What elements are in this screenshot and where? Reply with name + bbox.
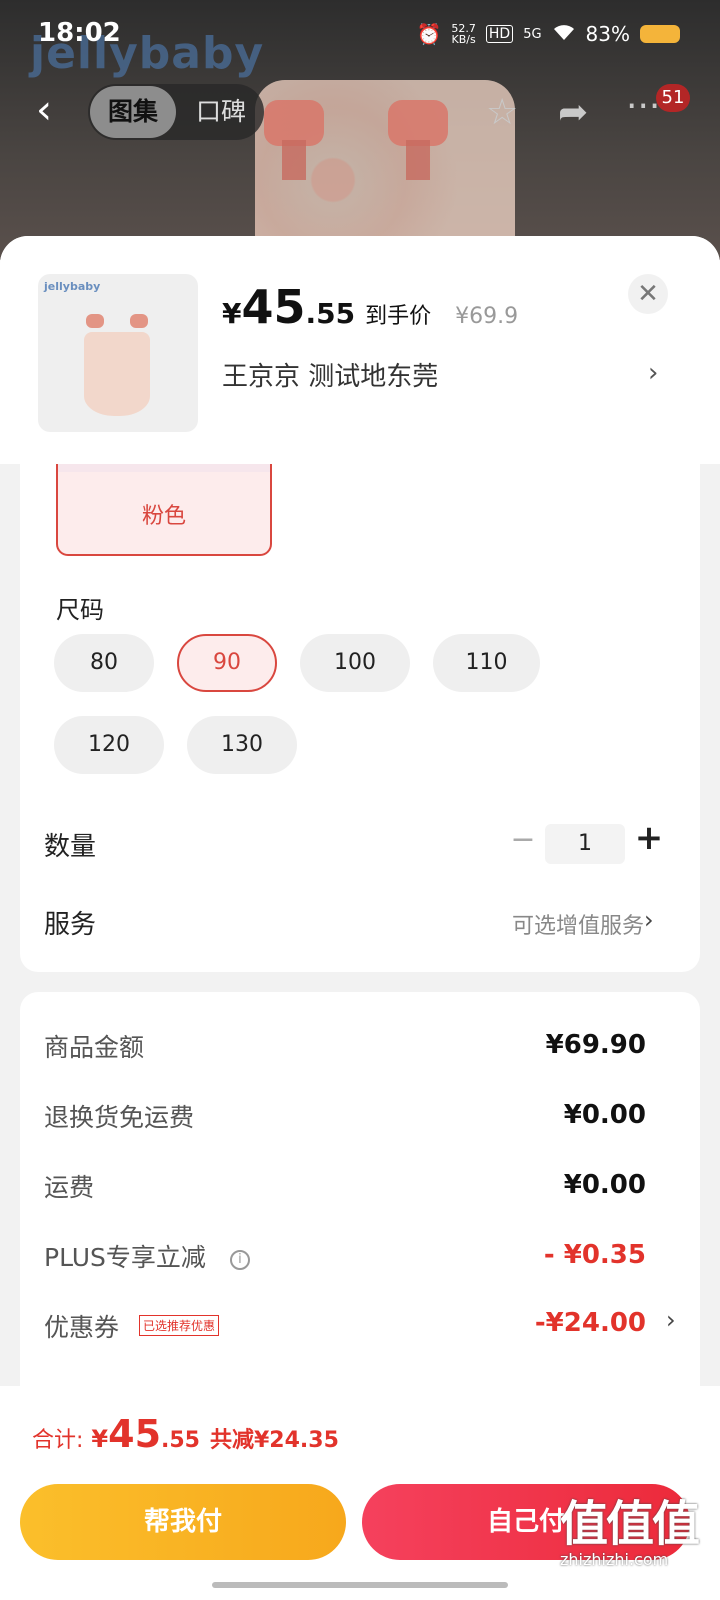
price-symbol: ¥ — [222, 297, 242, 330]
net-speed: 52.7 KB/s — [451, 23, 476, 45]
background-product-page: jellybaby 18:02 ⏰ 52.7 KB/s HD 5G 83% ‹ … — [0, 0, 720, 260]
signal-icon: 5G — [523, 26, 542, 42]
net-speed-unit: KB/s — [451, 33, 476, 46]
battery-percent: 83% — [585, 22, 630, 46]
favorite-star-icon[interactable]: ☆ — [486, 92, 518, 133]
status-time: 18:02 — [38, 18, 121, 48]
size-title: 尺码 — [56, 596, 104, 624]
fee-value-goods: ¥69.90 — [545, 1030, 646, 1060]
coupon-tag: 已选推荐优惠 — [138, 1315, 219, 1336]
more-icon[interactable]: ··· — [626, 86, 660, 127]
fee-value-return-shipping: ¥0.00 — [563, 1100, 646, 1130]
watermark-logo: 值值值 — [560, 1496, 700, 1552]
total-row: 合计: ¥ 45 .55 共减¥24.35 — [32, 1412, 339, 1456]
color-option-pink[interactable]: 粉色 — [56, 454, 272, 556]
share-icon[interactable]: ➦ — [558, 92, 588, 133]
gallery-tabs: 图集 口碑 — [88, 84, 264, 140]
fee-value-shipping: ¥0.00 — [563, 1170, 646, 1200]
size-chip-90[interactable]: 90 — [177, 634, 277, 692]
size-chip-80[interactable]: 80 — [54, 634, 154, 692]
chevron-right-icon[interactable]: › — [648, 358, 658, 388]
quantity-title: 数量 — [44, 832, 97, 862]
fee-card: 商品金额 ¥69.90 退换货免运费 ¥0.00 运费 ¥0.00 PLUS专享… — [20, 992, 700, 1412]
total-label: 合计: — [32, 1428, 84, 1453]
top-nav: ‹ 图集 口碑 ☆ ➦ ··· 51 — [0, 80, 720, 144]
size-chip-130[interactable]: 130 — [187, 716, 297, 774]
size-chip-100[interactable]: 100 — [300, 634, 410, 692]
battery-icon — [640, 25, 680, 43]
spec-card: 粉色 尺码 80 90 100 110 120 130 数量 − 1 + 服务 … — [20, 454, 700, 972]
quantity-plus-button[interactable]: + — [634, 818, 664, 858]
fee-label-coupon: 优惠券 — [44, 1313, 120, 1342]
price-decimal: .55 — [305, 297, 356, 330]
fee-label-plus: PLUS专享立减 — [44, 1243, 206, 1272]
hd-icon: HD — [485, 25, 514, 43]
info-icon[interactable]: i — [229, 1250, 250, 1270]
home-indicator[interactable] — [212, 1582, 508, 1588]
fee-value-plus: - ¥0.35 — [543, 1240, 646, 1270]
dress-illustration — [72, 308, 162, 418]
fee-row-plus: PLUS专享立减 i — [44, 1238, 250, 1274]
product-summary: jellybaby ¥ 45 .55 到手价 ¥69.9 ✕ 王京京 测试地东莞… — [0, 236, 720, 464]
fee-value-coupon[interactable]: -¥24.00 — [535, 1308, 646, 1338]
size-chip-120[interactable]: 120 — [54, 716, 164, 774]
service-title: 服务 — [44, 910, 97, 940]
help-me-pay-button[interactable]: 帮我付 — [20, 1484, 346, 1560]
final-price-tag: 到手价 — [365, 304, 432, 329]
total-decimal: .55 — [161, 1428, 200, 1453]
total-integer: 45 — [108, 1412, 162, 1456]
chevron-right-icon[interactable]: › — [644, 906, 654, 934]
price-integer: 45 — [241, 280, 306, 334]
mini-bow-left — [86, 314, 104, 328]
price-row: ¥ 45 .55 到手价 ¥69.9 — [222, 280, 518, 334]
dress-strap-right — [406, 140, 430, 180]
back-icon[interactable]: ‹ — [36, 90, 60, 132]
color-option-label: 粉色 — [141, 504, 186, 529]
original-price: ¥69.9 — [455, 304, 519, 329]
chevron-right-icon[interactable]: › — [666, 1306, 676, 1334]
total-symbol: ¥ — [91, 1425, 109, 1453]
fee-label-return-shipping: 退换货免运费 — [44, 1103, 195, 1132]
mini-dress-body — [84, 332, 150, 416]
tab-gallery[interactable]: 图集 — [90, 86, 176, 138]
shipping-address[interactable]: 王京京 测试地东莞 — [222, 356, 438, 393]
alarm-icon: ⏰ — [416, 22, 442, 46]
quantity-input[interactable]: 1 — [545, 824, 625, 864]
mini-bow-right — [130, 314, 148, 328]
size-chip-110[interactable]: 110 — [433, 634, 540, 692]
checkout-bar: 合计: ¥ 45 .55 共减¥24.35 帮我付 自己付 值值值 zhizhi… — [0, 1386, 720, 1600]
fee-label-goods: 商品金额 — [44, 1033, 145, 1062]
tab-reviews[interactable]: 口碑 — [180, 86, 262, 138]
fee-label-shipping: 运费 — [44, 1173, 95, 1202]
total-saved: 共减¥24.35 — [210, 1428, 339, 1453]
fee-row-coupon: 优惠券 已选推荐优惠 — [44, 1308, 219, 1344]
thumbnail-brand: jellybaby — [44, 280, 101, 293]
product-thumbnail: jellybaby — [38, 274, 198, 432]
close-icon[interactable]: ✕ — [628, 274, 668, 314]
service-value[interactable]: 可选增值服务 — [512, 908, 644, 940]
watermark: 值值值 zhizhizhi.com — [560, 1484, 710, 1574]
wifi-icon — [552, 22, 576, 46]
dress-strap-left — [282, 140, 306, 180]
quantity-minus-button[interactable]: − — [508, 822, 538, 857]
more-badge: 51 — [656, 84, 690, 112]
status-icons: ⏰ 52.7 KB/s HD 5G 83% — [416, 22, 680, 46]
